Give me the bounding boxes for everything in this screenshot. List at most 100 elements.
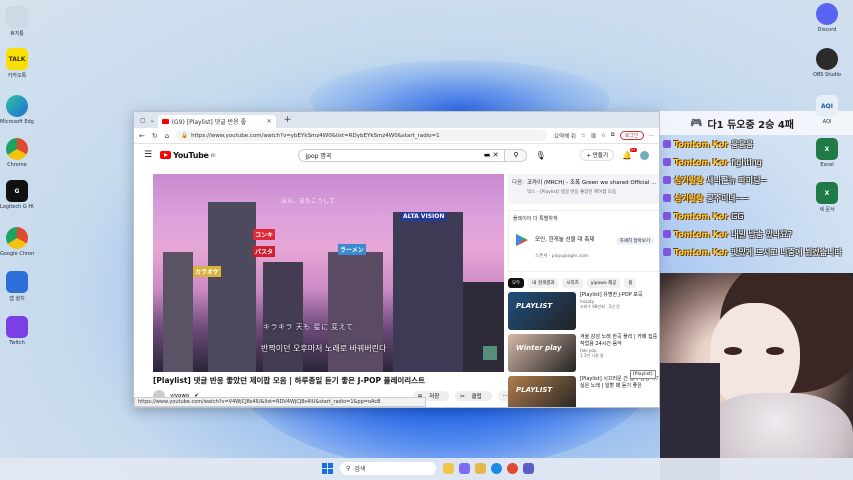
- desktop-icon[interactable]: OBS Studio: [810, 48, 844, 78]
- related-thumbnail[interactable]: PLAYLIST: [508, 376, 576, 407]
- related-thumbnail[interactable]: Winter play: [508, 334, 576, 372]
- desktop-icon[interactable]: Chrome: [0, 138, 34, 168]
- related-thumbnail[interactable]: PLAYLIST: [508, 292, 576, 330]
- desktop-icon[interactable]: 휴지통: [0, 6, 34, 37]
- related-meta: [Playlist] 시끄러운 건 싫지 동정 하기 싫은 노래 | 일할 때 …: [580, 376, 659, 407]
- filter-chip[interactable]: yiyowo 제공: [586, 278, 621, 288]
- filter-chips: 모두 내 검색결과 시리즈 yiyowo 제공 플: [508, 278, 659, 288]
- installer-icon: [6, 271, 28, 293]
- filter-chip[interactable]: 플: [624, 278, 637, 288]
- desktop-icon-label: 카카오톡: [7, 73, 27, 79]
- desktop-icon[interactable]: TALK 카카오톡: [0, 48, 34, 79]
- url-input[interactable]: 🔒 https://www.youtube.com/watch?v=ybEYkSm…: [176, 130, 547, 141]
- voice-search-icon[interactable]: 🎙: [535, 151, 545, 160]
- chat-nick: Tomtom Kor: [674, 229, 729, 239]
- desktop-icon-label: Excel: [820, 162, 834, 168]
- desktop-icon[interactable]: X 새 문서: [810, 182, 844, 213]
- webcam-feed: [660, 273, 853, 480]
- chrome-icon[interactable]: [507, 463, 518, 474]
- related-title: 겨울 감성 노래 한곡 플리 | 카페 집중 작업용 24시간 음악: [580, 334, 658, 347]
- webcam-eye: [724, 347, 742, 355]
- extensions-icon[interactable]: ⧉: [611, 132, 615, 139]
- chat-text: 공주이네~~: [706, 193, 750, 203]
- sponsored-ad[interactable]: 플레이어 더 특별하게 모인, 한게놀 선물 대 축제 스폰서 · play.g…: [508, 210, 659, 272]
- excel-icon: X: [816, 138, 838, 160]
- search-button[interactable]: ⚲: [505, 148, 528, 162]
- neon-sign: カラオケ: [193, 266, 222, 277]
- related-panel: 다음: 코카이 (MRCH) - 조폭 Green we shared Offi…: [508, 174, 659, 407]
- chat-text: 내일 방송 있나요?: [731, 229, 793, 239]
- desktop-icon[interactable]: AQI AQI: [810, 95, 844, 125]
- summary-button[interactable]: 요약해 줘: [554, 132, 576, 140]
- teams-icon[interactable]: [523, 463, 534, 474]
- split-icon[interactable]: ▥: [591, 133, 596, 139]
- filter-chip[interactable]: 시리즈: [562, 278, 583, 288]
- favorites-icon[interactable]: ✩: [601, 133, 606, 139]
- youtube-header: ☰ YouTube KR jpop 명곡 ▬ ✕ ⚲ 🎙 + 만들기 🔔 9+: [134, 144, 659, 166]
- related-video[interactable]: PLAYLIST [Playlist] 유명한 J-POP 모곡 miozky 조회수…: [508, 292, 659, 330]
- related-video[interactable]: PLAYLIST [Playlist] 시끄러운 건 싫지 동정 하기 싫은 노래…: [508, 376, 659, 407]
- desktop-icon[interactable]: G Logitech G HUB: [0, 180, 34, 210]
- notifications-icon[interactable]: 🔔 9+: [622, 147, 637, 160]
- desktop-icon[interactable]: Twitch: [0, 316, 34, 346]
- related-stats: 1.3만 시청 중: [580, 352, 604, 358]
- desktop-icon-label: Logitech G HUB: [0, 204, 34, 210]
- search-input[interactable]: jpop 명곡 ▬ ✕: [298, 148, 506, 162]
- star-icon[interactable]: ☆: [581, 133, 586, 139]
- desktop-icon[interactable]: 앱 설치: [0, 271, 34, 302]
- filter-chip[interactable]: 내 검색결과: [528, 278, 559, 288]
- refresh-icon[interactable]: ↻: [152, 132, 158, 140]
- tab-list-icon[interactable]: ⌄: [150, 117, 155, 124]
- related-meta: [Playlist] 유명한 J-POP 모곡 miozky 조회수 98만회 · …: [580, 292, 643, 330]
- chat-text: GG: [731, 211, 744, 221]
- related-video[interactable]: Winter play 겨울 감성 노래 한곡 플리 | 카페 집중 작업용 24…: [508, 334, 659, 372]
- taskbar-search[interactable]: ⚲ 검색: [340, 462, 436, 475]
- thumbnail-text: PLAYLIST: [516, 302, 553, 310]
- building: [208, 202, 256, 372]
- desktop-icon[interactable]: Google Chrome: [0, 227, 34, 257]
- filter-chip[interactable]: 모두: [508, 278, 525, 288]
- sidebar-toggle-icon[interactable]: ▢: [140, 117, 146, 124]
- file-explorer-icon[interactable]: [443, 463, 454, 474]
- desktop-icon[interactable]: Discord: [810, 3, 844, 33]
- up-next[interactable]: 다음: 코카이 (MRCH) - 조폭 Green we shared Offi…: [508, 174, 659, 204]
- close-icon[interactable]: ✕: [267, 118, 272, 125]
- youtube-logo[interactable]: YouTube KR: [160, 151, 216, 160]
- home-icon[interactable]: ⌂: [165, 132, 169, 140]
- folder-icon[interactable]: [475, 463, 486, 474]
- clip-label: 클립: [466, 393, 487, 401]
- create-button[interactable]: + 만들기: [580, 149, 615, 161]
- video-player[interactable]: コンキ パスタ ALTA VISION カラオケ ラーメン ほら、またこうして …: [153, 174, 504, 372]
- chat-badge-icon: [663, 194, 671, 202]
- related-meta: 겨울 감성 노래 한곡 플리 | 카페 집중 작업용 24시간 음악 tide p…: [580, 334, 659, 372]
- new-tab-button[interactable]: +: [284, 115, 292, 125]
- more-icon[interactable]: ⋯: [649, 133, 655, 139]
- tab-youtube[interactable]: (G9) [Playlist] 댓글 반응 좋 ✕: [157, 115, 276, 128]
- desktop-icon[interactable]: Microsoft Edge: [0, 95, 34, 125]
- chat-text: 응응응: [731, 139, 754, 149]
- google-play-icon: [516, 234, 528, 246]
- neon-sign: ALTA VISION: [401, 212, 447, 221]
- back-icon[interactable]: ←: [139, 132, 145, 140]
- address-bar: ← ↻ ⌂ 🔒 https://www.youtube.com/watch?v=y…: [134, 128, 659, 144]
- youtube-favicon-icon: [161, 119, 169, 124]
- chat-nick: Tomtom Kor: [674, 211, 729, 221]
- menu-icon[interactable]: ☰: [144, 150, 152, 160]
- chat-nick: Tomtom Kor: [674, 247, 729, 257]
- chat-text: 맛있게 드시고 나중에 뵙겠습니다: [731, 247, 842, 257]
- copilot-icon[interactable]: [459, 463, 470, 474]
- tab-bar: ▢ ⌄ (G9) [Playlist] 댓글 반응 좋 ✕ +: [134, 112, 659, 128]
- channel-watermark: [483, 346, 497, 360]
- learn-more-button[interactable]: 자세히 알아보기: [615, 237, 654, 245]
- status-url: https://www.youtube.com/watch?v=V4WjCJ8s…: [134, 397, 426, 407]
- desktop-icon[interactable]: X Excel: [810, 138, 844, 168]
- account-avatar[interactable]: [640, 150, 649, 160]
- clear-search-icon[interactable]: ▬ ✕: [484, 151, 499, 159]
- profile-button[interactable]: 로그인: [619, 131, 644, 140]
- clip-button[interactable]: ✂ 클립: [455, 391, 492, 401]
- edge-icon[interactable]: [491, 463, 502, 474]
- start-button[interactable]: [322, 463, 333, 474]
- desktop-icon-label: 새 문서: [819, 207, 835, 213]
- video-lyric-jp: キラキラ 天も 星に 変えて: [263, 323, 354, 331]
- create-label: 만들기: [592, 153, 609, 159]
